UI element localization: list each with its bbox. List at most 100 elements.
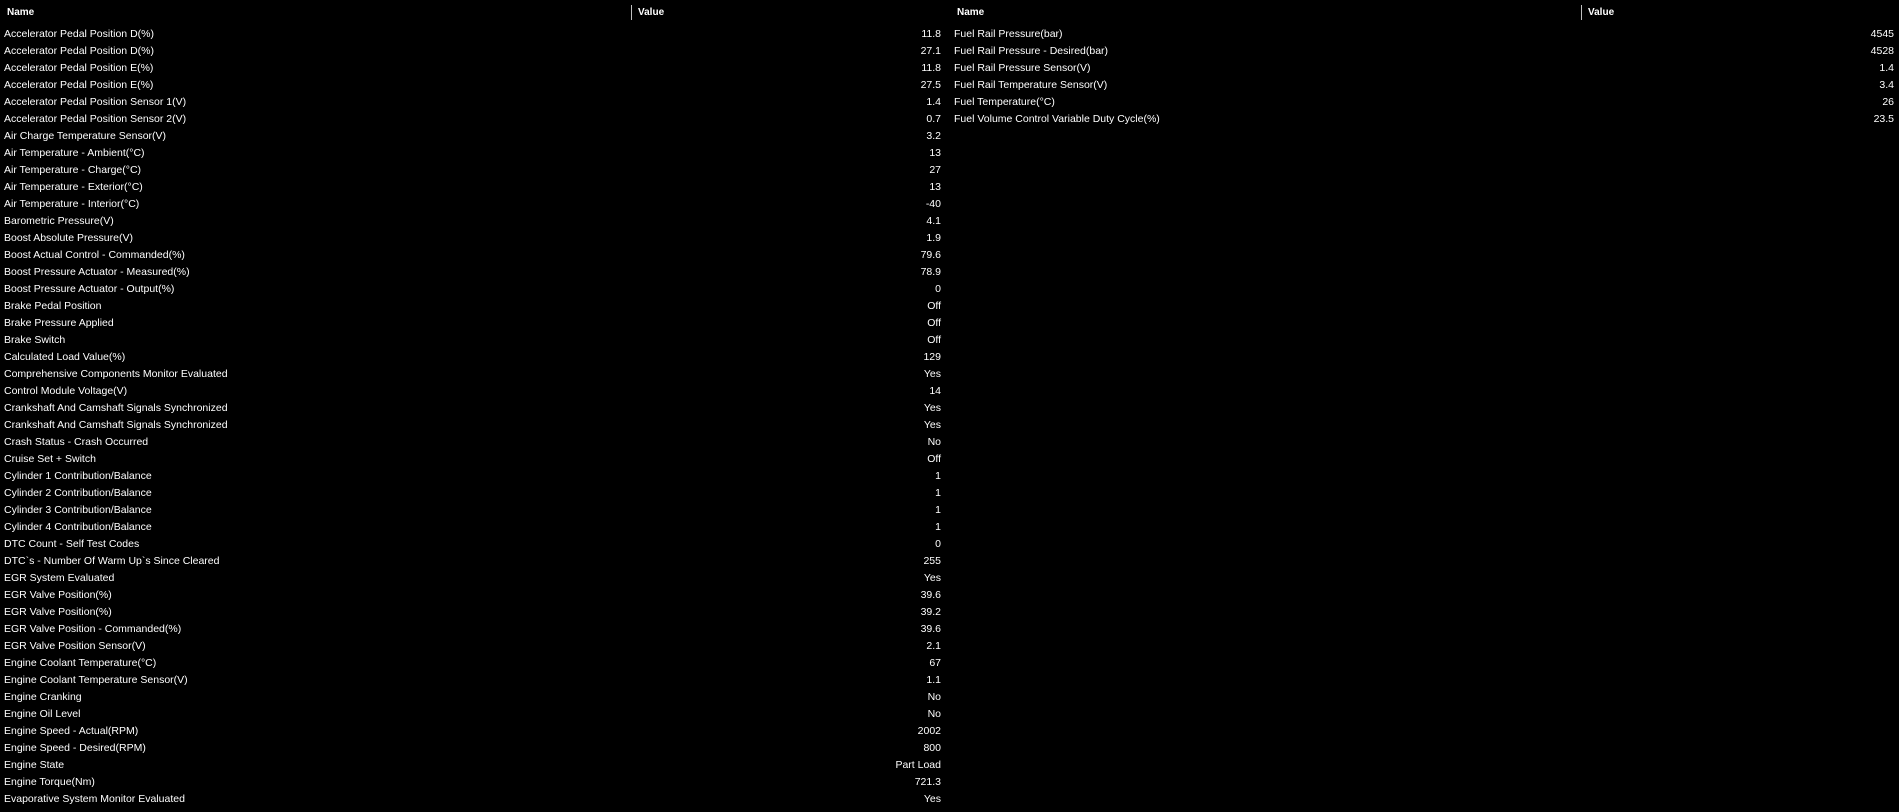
parameter-value: 129: [923, 351, 941, 363]
table-row[interactable]: Engine Coolant Temperature Sensor(V) 1.1: [0, 672, 948, 689]
table-row[interactable]: Calculated Load Value(%) 129: [0, 349, 948, 366]
parameter-name: Evaporative System Monitor Evaluated: [4, 793, 185, 805]
table-row[interactable]: Brake Pressure Applied Off: [0, 315, 948, 332]
parameter-name: Engine Speed - Actual(RPM): [4, 725, 139, 737]
table-row[interactable]: Air Charge Temperature Sensor(V) 3.2: [0, 128, 948, 145]
table-row[interactable]: Fuel Temperature(°C) 26: [950, 94, 1899, 111]
parameter-name: Boost Absolute Pressure(V): [4, 232, 133, 244]
column-resize-handle[interactable]: [631, 5, 632, 20]
table-row[interactable]: Boost Pressure Actuator - Measured(%) 78.…: [0, 264, 948, 281]
table-row[interactable]: Engine Oil Level No: [0, 706, 948, 723]
table-row[interactable]: Cylinder 2 Contribution/Balance 1: [0, 485, 948, 502]
table-row[interactable]: Engine Cranking No: [0, 689, 948, 706]
parameter-value: Part Load: [895, 759, 941, 771]
parameter-name: Fuel Temperature(°C): [954, 96, 1055, 108]
table-row[interactable]: DTC Count - Self Test Codes 0: [0, 536, 948, 553]
table-row[interactable]: Air Temperature - Charge(°C) 27: [0, 162, 948, 179]
parameter-value: Off: [927, 453, 941, 465]
table-row[interactable]: Fuel Volume Control Variable Duty Cycle(…: [950, 111, 1899, 128]
table-row[interactable]: Brake Pedal Position Off: [0, 298, 948, 315]
table-row[interactable]: Comprehensive Components Monitor Evaluat…: [0, 366, 948, 383]
table-row[interactable]: Fuel Rail Temperature Sensor(V) 3.4: [950, 77, 1899, 94]
table-row[interactable]: Boost Pressure Actuator - Output(%) 0: [0, 281, 948, 298]
parameter-name: Control Module Voltage(V): [4, 385, 128, 397]
parameter-name: Air Temperature - Exterior(°C): [4, 181, 143, 193]
parameter-name: Brake Pedal Position: [4, 300, 102, 312]
parameter-name: Boost Pressure Actuator - Measured(%): [4, 266, 190, 278]
table-row[interactable]: EGR Valve Position(%) 39.6: [0, 587, 948, 604]
table-row[interactable]: Engine Torque(Nm) 721.3: [0, 774, 948, 791]
parameter-name: Air Temperature - Interior(°C): [4, 198, 140, 210]
parameter-value: 2.1: [926, 640, 941, 652]
parameter-value: 39.6: [920, 623, 941, 635]
table-header: Name Value: [0, 0, 948, 26]
name-column-header[interactable]: Name: [7, 7, 34, 18]
value-column-header[interactable]: Value: [638, 7, 664, 18]
table-row[interactable]: Evaporative System Monitor Evaluated Yes: [0, 791, 948, 808]
table-row[interactable]: Accelerator Pedal Position D(%) 27.1: [0, 43, 948, 60]
table-row[interactable]: Barometric Pressure(V) 4.1: [0, 213, 948, 230]
parameter-value: 721.3: [914, 776, 941, 788]
table-row[interactable]: Engine Speed - Actual(RPM) 2002: [0, 723, 948, 740]
parameter-name: Comprehensive Components Monitor Evaluat…: [4, 368, 228, 380]
table-row[interactable]: Crash Status - Crash Occurred No: [0, 434, 948, 451]
parameter-value: 11.8: [921, 62, 941, 74]
parameter-name: Accelerator Pedal Position E(%): [4, 79, 154, 91]
parameter-name: Cylinder 1 Contribution/Balance: [4, 470, 152, 482]
table-row[interactable]: Cylinder 4 Contribution/Balance 1: [0, 519, 948, 536]
parameter-name: Brake Switch: [4, 334, 66, 346]
parameter-name: Accelerator Pedal Position D(%): [4, 28, 154, 40]
table-row[interactable]: Fuel Rail Pressure Sensor(V) 1.4: [950, 60, 1899, 77]
table-row[interactable]: Air Temperature - Ambient(°C) 13: [0, 145, 948, 162]
table-row[interactable]: Boost Actual Control - Commanded(%) 79.6: [0, 247, 948, 264]
parameter-name: Air Temperature - Ambient(°C): [4, 147, 145, 159]
parameter-name: Fuel Rail Pressure(bar): [954, 28, 1063, 40]
parameter-name: Engine Speed - Desired(RPM): [4, 742, 146, 754]
table-row[interactable]: Cylinder 3 Contribution/Balance 1: [0, 502, 948, 519]
table-row[interactable]: Accelerator Pedal Position E(%) 11.8: [0, 60, 948, 77]
parameter-value: 1.1: [926, 674, 941, 686]
table-row[interactable]: DTC`s - Number Of Warm Up`s Since Cleare…: [0, 553, 948, 570]
table-row[interactable]: Engine Coolant Temperature(°C) 67: [0, 655, 948, 672]
parameter-name: Accelerator Pedal Position Sensor 2(V): [4, 113, 187, 125]
parameter-value: 39.6: [920, 589, 941, 601]
table-row[interactable]: Cruise Set + Switch Off: [0, 451, 948, 468]
table-row[interactable]: Accelerator Pedal Position Sensor 1(V) 1.…: [0, 94, 948, 111]
parameter-value: 1.4: [1879, 62, 1894, 74]
table-row[interactable]: Brake Switch Off: [0, 332, 948, 349]
table-row[interactable]: Crankshaft And Camshaft Signals Synchron…: [0, 400, 948, 417]
table-row[interactable]: Fuel Rail Pressure(bar) 4545: [950, 26, 1899, 43]
parameter-value: 23.5: [1873, 113, 1894, 125]
table-row[interactable]: Crankshaft And Camshaft Signals Synchron…: [0, 417, 948, 434]
value-column-header[interactable]: Value: [1588, 7, 1614, 18]
table-row[interactable]: EGR Valve Position Sensor(V) 2.1: [0, 638, 948, 655]
name-column-header[interactable]: Name: [957, 7, 984, 18]
parameter-name: Crash Status - Crash Occurred: [4, 436, 149, 448]
parameter-name: Fuel Rail Pressure Sensor(V): [954, 62, 1091, 74]
table-row[interactable]: EGR System Evaluated Yes: [0, 570, 948, 587]
table-row[interactable]: Engine Speed - Desired(RPM) 800: [0, 740, 948, 757]
parameter-value: 26: [1882, 96, 1894, 108]
table-row[interactable]: Engine State Part Load: [0, 757, 948, 774]
parameter-value: Off: [927, 317, 941, 329]
table-header: Name Value: [950, 0, 1899, 26]
table-row[interactable]: Air Temperature - Exterior(°C) 13: [0, 179, 948, 196]
parameter-name: EGR Valve Position(%): [4, 606, 112, 618]
table-row[interactable]: Boost Absolute Pressure(V) 1.9: [0, 230, 948, 247]
parameter-value: 2002: [917, 725, 941, 737]
table-row[interactable]: Control Module Voltage(V) 14: [0, 383, 948, 400]
table-row[interactable]: Air Temperature - Interior(°C) -40: [0, 196, 948, 213]
parameter-value: 0.7: [926, 113, 941, 125]
table-row[interactable]: Accelerator Pedal Position Sensor 2(V) 0.…: [0, 111, 948, 128]
table-row[interactable]: Cylinder 1 Contribution/Balance 1: [0, 468, 948, 485]
table-row[interactable]: Accelerator Pedal Position D(%) 11.8: [0, 26, 948, 43]
column-resize-handle[interactable]: [1581, 5, 1582, 20]
table-row[interactable]: EGR Valve Position - Commanded(%) 39.6: [0, 621, 948, 638]
parameter-value: Yes: [923, 368, 941, 380]
table-row[interactable]: Accelerator Pedal Position E(%) 27.5: [0, 77, 948, 94]
table-row[interactable]: Fuel Rail Pressure - Desired(bar) 4528: [950, 43, 1899, 60]
parameter-value: Off: [927, 300, 941, 312]
parameter-value: 3.4: [1879, 79, 1894, 91]
table-row[interactable]: EGR Valve Position(%) 39.2: [0, 604, 948, 621]
parameter-value: 255: [923, 555, 941, 567]
